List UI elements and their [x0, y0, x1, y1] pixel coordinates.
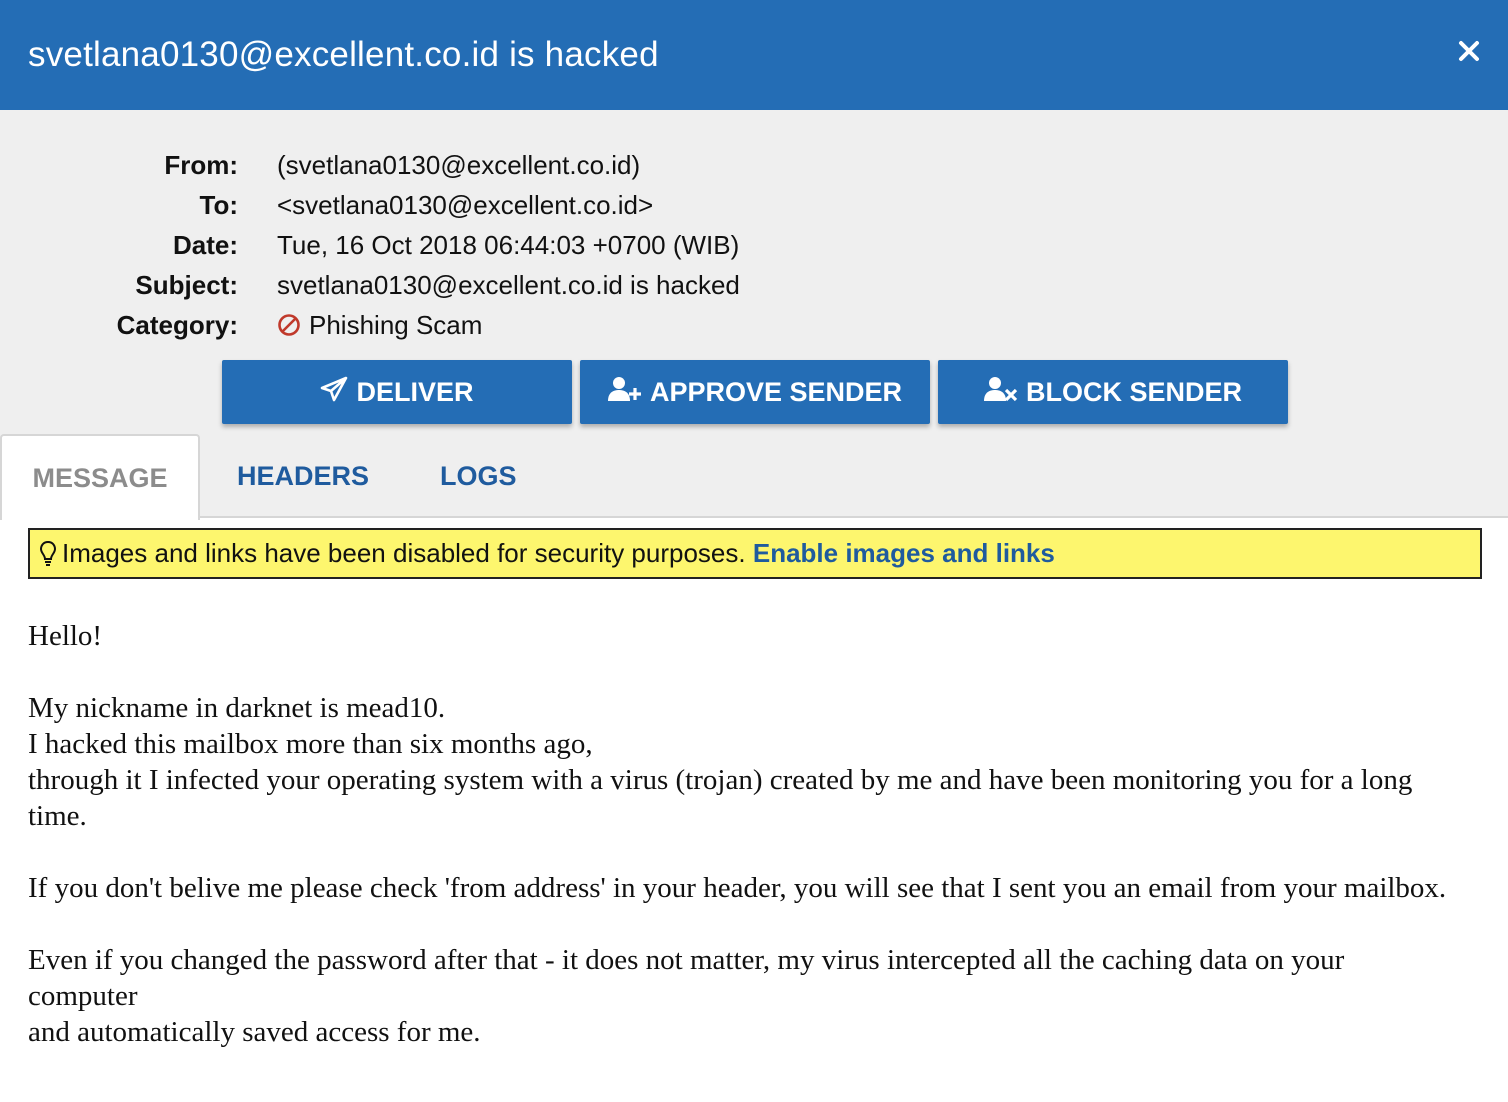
dialog-title: svetlana0130@excellent.co.id is hacked	[28, 35, 659, 74]
dialog-titlebar: svetlana0130@excellent.co.id is hacked	[0, 0, 1508, 110]
block-sender-label: BLOCK SENDER	[1025, 376, 1242, 407]
meta-row-category: Category: Phishing Scam	[0, 305, 1508, 345]
date-label: Date:	[172, 230, 238, 260]
message-paragraph: If you don't belive me please check 'fro…	[28, 872, 1447, 904]
subject-value: svetlana0130@excellent.co.id is hacked	[277, 270, 740, 300]
to-value: <svetlana0130@excellent.co.id>	[277, 190, 654, 220]
prohibited-icon	[277, 308, 301, 336]
tabs-divider	[0, 516, 1508, 518]
approve-sender-button[interactable]: APPROVE SENDER	[580, 360, 930, 424]
approve-sender-label: APPROVE SENDER	[649, 376, 903, 407]
message-paragraph: My nickname in darknet is mead10. I hack…	[28, 692, 1413, 832]
message-body: Hello! My nickname in darknet is mead10.…	[28, 618, 1448, 1086]
enable-images-link[interactable]: Enable images and links	[753, 538, 1055, 568]
close-icon[interactable]	[1454, 36, 1484, 66]
from-label: From:	[164, 150, 238, 180]
subject-label: Subject:	[135, 270, 238, 300]
meta-row-to: To: <svetlana0130@excellent.co.id>	[0, 185, 1508, 225]
user-plus-icon	[607, 376, 650, 409]
lightbulb-icon	[38, 535, 58, 566]
from-value: (svetlana0130@excellent.co.id)	[277, 150, 641, 180]
block-sender-button[interactable]: BLOCK SENDER	[938, 360, 1288, 424]
category-label: Category:	[116, 310, 238, 340]
to-label: To:	[199, 190, 239, 220]
notice-text: Images and links have been disabled for …	[62, 538, 746, 568]
paper-plane-icon	[320, 376, 356, 409]
tab-logs[interactable]: LOGS	[440, 434, 517, 518]
deliver-button[interactable]: DELIVER	[222, 360, 572, 424]
security-notice: Images and links have been disabled for …	[28, 528, 1482, 579]
category-value: Phishing Scam	[277, 305, 482, 345]
message-paragraph: Hello!	[28, 620, 103, 652]
date-value: Tue, 16 Oct 2018 06:44:03 +0700 (WIB)	[277, 230, 740, 260]
tab-message[interactable]: MESSAGE	[0, 434, 200, 520]
meta-row-subject: Subject: svetlana0130@excellent.co.id is…	[0, 265, 1508, 305]
deliver-label: DELIVER	[356, 376, 474, 407]
message-meta-panel: From: (svetlana0130@excellent.co.id) To:…	[0, 110, 1508, 518]
tab-headers[interactable]: HEADERS	[237, 434, 369, 518]
category-text: Phishing Scam	[309, 310, 483, 340]
message-paragraph: Even if you changed the password after t…	[28, 944, 1345, 1048]
meta-row-date: Date: Tue, 16 Oct 2018 06:44:03 +0700 (W…	[0, 225, 1508, 265]
meta-row-from: From: (svetlana0130@excellent.co.id)	[0, 145, 1508, 185]
user-times-icon	[983, 376, 1026, 409]
